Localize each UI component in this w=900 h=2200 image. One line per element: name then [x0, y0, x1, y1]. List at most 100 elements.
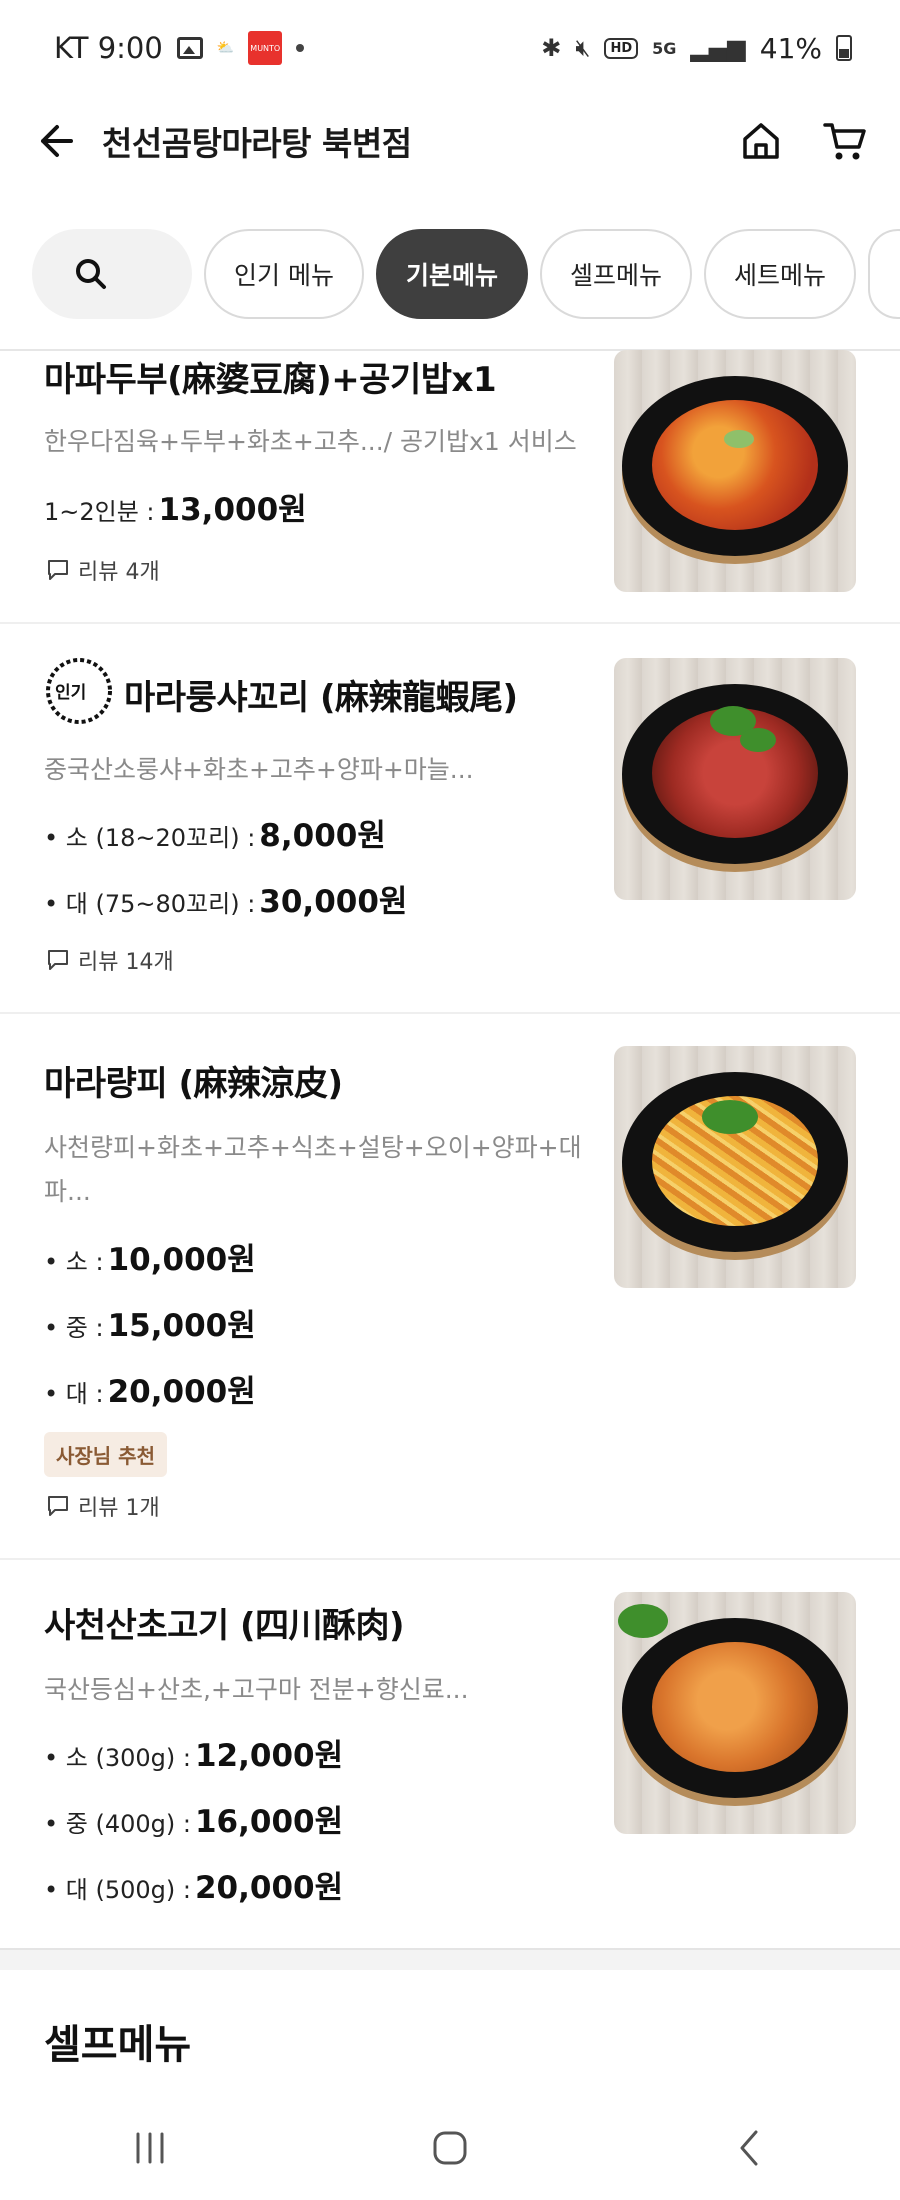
price-value: 16,000원 — [194, 1804, 344, 1840]
owner-recommend-badge: 사장님 추천 — [44, 1432, 167, 1477]
item-name: 마라량피 (麻辣涼皮) — [44, 1064, 343, 1104]
price-row: • 소 : 10,000원 — [44, 1234, 256, 1279]
item-photo[interactable] — [614, 1046, 856, 1288]
food-shape — [652, 400, 818, 530]
price-row: • 소 (18~20꼬리) : 8,000원 — [44, 810, 386, 855]
battery-percent: 41% — [759, 31, 822, 65]
hd-voice-icon: HD — [604, 37, 639, 59]
menu-item[interactable]: 마라량피 (麻辣涼皮) 사천량피+화초+고추+식초+설탕+오이+양파+대파...… — [0, 1014, 900, 1560]
cart-icon — [823, 123, 866, 160]
signal-icon: ▂▄▆ — [690, 34, 746, 62]
price-label: • 대 (75~80꼬리) : — [44, 890, 256, 918]
price-value: 20,000원 — [107, 1374, 256, 1410]
item-description: 국산등심+산초,+고구마 전분+향신료... — [44, 1675, 469, 1704]
chevron-left-icon — [740, 2130, 758, 2165]
home-button[interactable] — [736, 116, 786, 166]
price-label: • 대 : — [44, 1380, 104, 1408]
price-value: 15,000원 — [107, 1308, 256, 1344]
app-header: 천선곰탕마라탕 북변점 — [0, 96, 900, 186]
price-row: • 소 (300g) : 12,000원 — [44, 1730, 343, 1775]
price-label: 1~2인분 : — [44, 498, 155, 526]
munto-app-icon: MUNTO — [248, 31, 283, 65]
review-link[interactable]: 리뷰 14개 — [46, 944, 174, 976]
tab-set[interactable]: 세트메뉴 — [703, 228, 856, 319]
review-count: 리뷰 14개 — [78, 950, 174, 975]
price-label: • 중 (400g) : — [44, 1810, 191, 1838]
tab-more[interactable] — [868, 228, 900, 319]
section-title: 셀프메뉴 — [44, 2022, 192, 2068]
review-count: 리뷰 1개 — [78, 1496, 160, 1521]
home-icon — [743, 123, 779, 159]
price-value: 10,000원 — [107, 1242, 256, 1278]
item-name: 사천산초고기 (四川酥肉) — [44, 1606, 405, 1646]
cart-button[interactable] — [820, 116, 870, 166]
tab-basic[interactable]: 기본메뉴 — [375, 228, 528, 319]
popular-badge-label: 인기 — [55, 683, 87, 703]
herb-shape — [724, 430, 754, 448]
price-label: • 대 (500g) : — [44, 1876, 191, 1904]
price-row: • 대 (75~80꼬리) : 30,000원 — [44, 876, 407, 921]
status-left: KT 9:00 ⛅ MUNTO — [54, 31, 305, 65]
herb-shape — [702, 1100, 758, 1134]
category-tabs: 인기 메뉴 기본메뉴 셀프메뉴 세트메뉴 — [0, 226, 900, 321]
search-icon — [76, 258, 106, 289]
recent-apps-icon — [136, 2132, 164, 2163]
bluetooth-icon: ✱ — [541, 34, 562, 62]
store-title: 천선곰탕마라탕 북변점 — [102, 124, 412, 163]
item-photo[interactable] — [614, 1592, 856, 1834]
item-description: 사천량피+화초+고추+식초+설탕+오이+양파+대파... — [44, 1133, 582, 1206]
herb-shape — [618, 1604, 668, 1638]
home-circle-icon — [433, 2131, 467, 2164]
tab-self[interactable]: 셀프메뉴 — [539, 228, 692, 319]
comment-icon — [48, 560, 68, 580]
system-navbar — [0, 2095, 900, 2200]
comment-icon — [48, 950, 68, 970]
price-label: • 소 (18~20꼬리) : — [44, 824, 256, 852]
weather-icon: ⛅ — [216, 40, 235, 56]
review-count: 리뷰 4개 — [78, 560, 160, 585]
review-link[interactable]: 리뷰 1개 — [46, 1490, 160, 1522]
carrier-time: KT 9:00 — [54, 31, 163, 65]
status-bar: KT 9:00 ⛅ MUNTO ✱ 🔇︎ HD 5G ▂▄▆ 41% — [0, 0, 900, 96]
price-value: 12,000원 — [194, 1738, 344, 1774]
section-divider — [0, 1948, 900, 1970]
food-shape — [652, 1642, 818, 1772]
item-description: 한우다짐육+두부+화초+고추.../ 공기밥x1 서비스 — [44, 427, 577, 456]
header-actions — [736, 116, 870, 166]
item-name: 마파두부(麻婆豆腐)+공기밥x1 — [44, 360, 497, 400]
price-row: • 중 : 15,000원 — [44, 1300, 256, 1345]
menu-item[interactable]: 마파두부(麻婆豆腐)+공기밥x1 한우다짐육+두부+화초+고추.../ 공기밥x… — [0, 350, 900, 624]
gallery-icon — [176, 37, 203, 59]
price-label: • 중 : — [44, 1314, 104, 1342]
menu-item[interactable]: 사천산초고기 (四川酥肉) 국산등심+산초,+고구마 전분+향신료... • 소… — [0, 1560, 900, 1948]
back-button[interactable] — [30, 116, 80, 166]
5g-icon: 5G — [652, 38, 677, 58]
price-label: • 소 : — [44, 1248, 104, 1276]
price-value: 8,000원 — [259, 818, 386, 854]
battery-icon — [836, 35, 852, 61]
comment-icon — [48, 1496, 68, 1516]
price-label: • 소 (300g) : — [44, 1744, 191, 1772]
review-link[interactable]: 리뷰 4개 — [46, 554, 160, 586]
price-row: • 중 (400g) : 16,000원 — [44, 1796, 343, 1841]
item-photo[interactable] — [614, 350, 856, 592]
item-name: 마라룽샤꼬리 (麻辣龍蝦尾) — [124, 678, 518, 718]
status-right: ✱ 🔇︎ HD 5G ▂▄▆ 41% — [541, 32, 852, 65]
more-notifications-icon — [296, 44, 305, 52]
menu-item[interactable]: 인기 마라룽샤꼬리 (麻辣龍蝦尾) 중국산소룽샤+화초+고추+양파+마늘... … — [0, 624, 900, 1014]
price-row: • 대 (500g) : 20,000원 — [44, 1862, 343, 1907]
price-row: 1~2인분 : 13,000원 — [44, 484, 307, 529]
tab-popular[interactable]: 인기 메뉴 — [204, 228, 364, 319]
price-value: 13,000원 — [158, 492, 307, 528]
item-photo[interactable] — [614, 658, 856, 900]
price-value: 20,000원 — [194, 1870, 344, 1906]
herb-shape — [740, 728, 776, 752]
menu-search-button[interactable] — [32, 228, 192, 319]
back-nav-button[interactable] — [720, 2118, 780, 2178]
home-nav-button[interactable] — [420, 2118, 480, 2178]
price-value: 30,000원 — [259, 884, 408, 920]
recent-apps-button[interactable] — [120, 2118, 180, 2178]
mute-icon: 🔇︎ — [575, 34, 591, 62]
arrow-left-icon — [41, 125, 73, 157]
item-description: 중국산소룽샤+화초+고추+양파+마늘... — [44, 755, 474, 784]
